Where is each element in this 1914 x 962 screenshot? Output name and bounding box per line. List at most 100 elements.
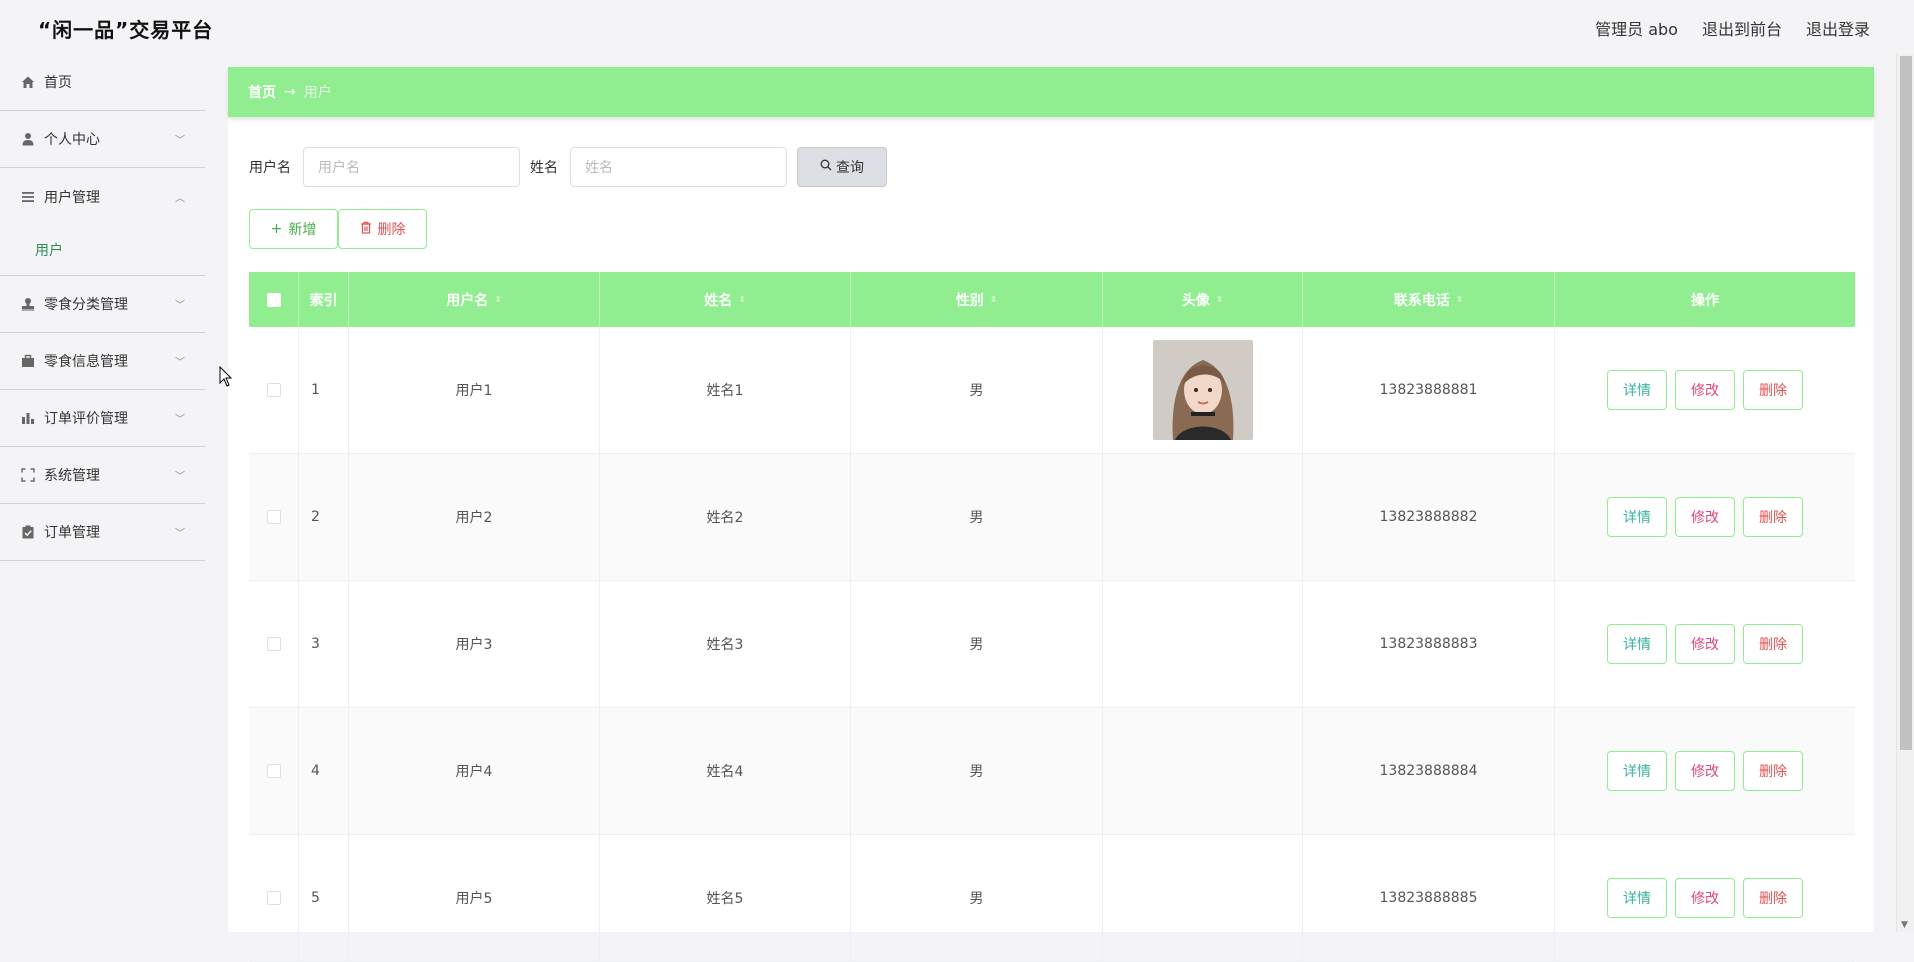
cell-index: 4 <box>299 708 349 834</box>
chevron-down-icon: ﹀ <box>175 135 185 147</box>
table-row: 2 用户2 姓名2 男 13823888882 详情 修改 删除 <box>249 454 1855 581</box>
cell-index: 3 <box>299 581 349 707</box>
delete-row-button[interactable]: 删除 <box>1743 878 1803 918</box>
breadcrumb-current: 用户 <box>303 85 332 101</box>
sidebar: 首页 个人中心 ﹀ 用户管理 ︿ 用户 零食分类管理 ﹀ 零食信息管理 ﹀ 订单… <box>0 54 205 561</box>
cell-gender: 男 <box>851 581 1103 707</box>
header-gender[interactable]: 性别 ⬍ <box>851 272 1103 327</box>
sort-icon[interactable]: ⬍ <box>1456 295 1464 305</box>
row-checkbox[interactable] <box>266 510 281 524</box>
table-body: 1 用户1 姓名1 男 13823888881 详情 修改 删除 2 用户2 姓… <box>249 327 1855 962</box>
chevron-down-icon: ﹀ <box>175 300 185 312</box>
bar-chart-icon <box>20 410 36 426</box>
delete-row-button[interactable]: 删除 <box>1743 751 1803 791</box>
sidebar-item-label: 用户管理 <box>44 189 100 206</box>
logout-link[interactable]: 退出登录 <box>1806 16 1870 40</box>
sidebar-item-order-review[interactable]: 订单评价管理 ﹀ <box>0 390 205 447</box>
sidebar-item-snack-info[interactable]: 零食信息管理 ﹀ <box>0 333 205 390</box>
cell-phone: 13823888883 <box>1303 581 1555 707</box>
name-input[interactable] <box>570 147 787 187</box>
batch-delete-button[interactable]: 删除 <box>338 209 427 249</box>
sort-icon[interactable]: ⬍ <box>494 295 502 305</box>
cell-ops: 详情 修改 删除 <box>1555 454 1855 580</box>
delete-button-label: 删除 <box>377 222 406 238</box>
header-avatar[interactable]: 头像 ⬍ <box>1103 272 1303 327</box>
sort-icon[interactable]: ⬍ <box>1216 295 1224 305</box>
cell-name: 姓名5 <box>600 835 851 961</box>
cell-index: 5 <box>299 835 349 961</box>
cell-phone: 13823888885 <box>1303 835 1555 961</box>
cell-username: 用户2 <box>349 454 600 580</box>
add-button[interactable]: + 新增 <box>249 209 338 249</box>
delete-row-button[interactable]: 删除 <box>1743 370 1803 410</box>
edit-button[interactable]: 修改 <box>1675 751 1735 791</box>
header-index-label: 索引 <box>309 292 338 309</box>
detail-button[interactable]: 详情 <box>1607 370 1667 410</box>
chevron-up-icon: ︿ <box>175 193 185 204</box>
cell-gender: 男 <box>851 327 1103 453</box>
sidebar-item-user-management[interactable]: 用户管理 ︿ <box>0 168 205 225</box>
edit-button[interactable]: 修改 <box>1675 370 1735 410</box>
home-icon <box>20 74 36 90</box>
header-username[interactable]: 用户名 ⬍ <box>349 272 600 327</box>
top-bar: “闲一品”交易平台 管理员 abo 退出到前台 退出登录 <box>0 0 1894 54</box>
trash-icon <box>360 221 372 238</box>
cell-avatar <box>1103 708 1303 834</box>
fullscreen-icon <box>20 467 36 483</box>
delete-row-button[interactable]: 删除 <box>1743 624 1803 664</box>
row-checkbox-cell[interactable] <box>249 708 299 834</box>
delete-row-button[interactable]: 删除 <box>1743 497 1803 537</box>
row-checkbox[interactable] <box>266 764 281 778</box>
header-checkbox-cell[interactable] <box>249 272 299 327</box>
row-checkbox[interactable] <box>266 637 281 651</box>
row-checkbox-cell[interactable] <box>249 454 299 580</box>
edit-button[interactable]: 修改 <box>1675 878 1735 918</box>
top-nav: 管理员 abo 退出到前台 退出登录 <box>1595 16 1870 40</box>
query-button[interactable]: 查询 <box>797 147 887 187</box>
cell-name: 姓名2 <box>600 454 851 580</box>
exit-to-front-link[interactable]: 退出到前台 <box>1702 16 1782 40</box>
row-checkbox-cell[interactable] <box>249 581 299 707</box>
add-button-label: 新增 <box>288 222 317 238</box>
scrollbar-thumb[interactable] <box>1900 56 1912 750</box>
header-name-label: 姓名 <box>704 292 733 309</box>
row-checkbox-cell[interactable] <box>249 835 299 961</box>
header-name[interactable]: 姓名 ⬍ <box>600 272 851 327</box>
row-checkbox-cell[interactable] <box>249 327 299 453</box>
username-input[interactable] <box>303 147 520 187</box>
chevron-down-icon: ﹀ <box>175 471 185 483</box>
cell-ops: 详情 修改 删除 <box>1555 708 1855 834</box>
page-scrollbar[interactable]: ▼ <box>1896 54 1914 932</box>
cell-phone: 13823888882 <box>1303 454 1555 580</box>
detail-button[interactable]: 详情 <box>1607 878 1667 918</box>
sidebar-item-personal-center[interactable]: 个人中心 ﹀ <box>0 111 205 168</box>
sidebar-item-label: 首页 <box>44 75 72 91</box>
user-icon <box>20 131 36 147</box>
sort-icon[interactable]: ⬍ <box>990 295 998 305</box>
sidebar-item-label: 个人中心 <box>44 132 100 148</box>
edit-button[interactable]: 修改 <box>1675 497 1735 537</box>
sidebar-item-system[interactable]: 系统管理 ﹀ <box>0 447 205 504</box>
row-checkbox[interactable] <box>266 383 281 397</box>
breadcrumb-home[interactable]: 首页 <box>248 82 276 102</box>
cell-username: 用户3 <box>349 581 600 707</box>
sidebar-item-home[interactable]: 首页 <box>0 54 205 111</box>
scroll-down-arrow-icon[interactable]: ▼ <box>1901 920 1908 930</box>
detail-button[interactable]: 详情 <box>1607 624 1667 664</box>
header-phone[interactable]: 联系电话 ⬍ <box>1303 272 1555 327</box>
detail-button[interactable]: 详情 <box>1607 497 1667 537</box>
clipboard-check-icon <box>20 524 36 540</box>
edit-button[interactable]: 修改 <box>1675 624 1735 664</box>
chevron-down-icon: ﹀ <box>175 528 185 540</box>
sort-icon[interactable]: ⬍ <box>738 295 746 305</box>
sidebar-item-order-management[interactable]: 订单管理 ﹀ <box>0 504 205 561</box>
sidebar-group-user-management: 用户管理 ︿ 用户 <box>0 168 205 276</box>
row-checkbox[interactable] <box>266 891 281 905</box>
sidebar-subitem-user[interactable]: 用户 <box>0 225 205 275</box>
sidebar-item-label: 零食信息管理 <box>44 354 128 370</box>
select-all-checkbox[interactable] <box>266 292 281 307</box>
table-header: 索引 用户名 ⬍ 姓名 ⬍ 性别 ⬍ 头像 ⬍ 联系电话 ⬍ 操作 <box>249 272 1855 327</box>
user-table: 索引 用户名 ⬍ 姓名 ⬍ 性别 ⬍ 头像 ⬍ 联系电话 ⬍ 操作 1 用户1 姓名1 男… <box>249 272 1855 962</box>
sidebar-item-snack-category[interactable]: 零食分类管理 ﹀ <box>0 276 205 333</box>
detail-button[interactable]: 详情 <box>1607 751 1667 791</box>
